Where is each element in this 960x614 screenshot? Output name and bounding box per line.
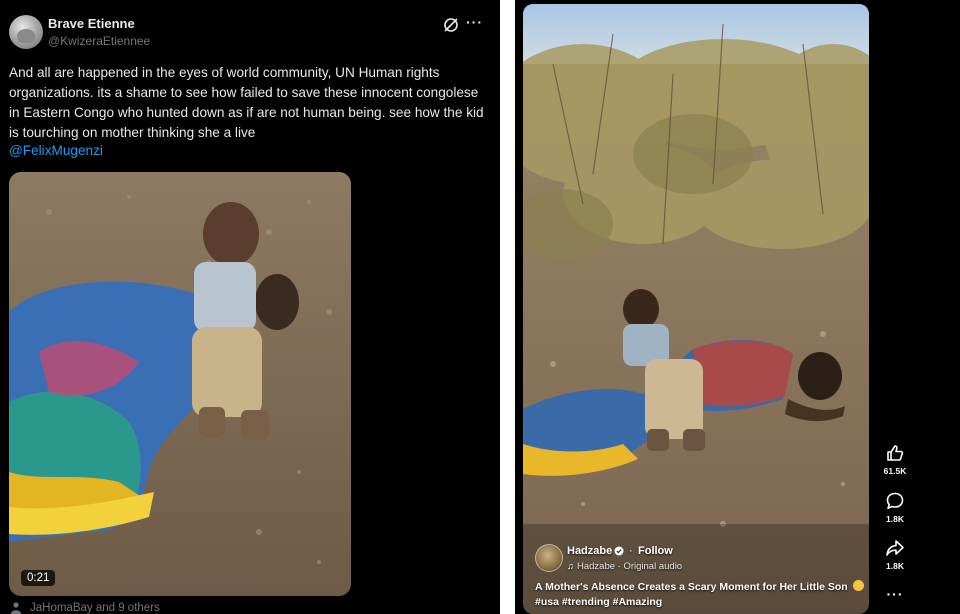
comment-icon: [886, 492, 904, 509]
profile-avatar[interactable]: [9, 15, 43, 49]
hashtag-amazing[interactable]: #Amazing: [613, 596, 663, 608]
verified-icon: [614, 546, 624, 556]
creator-avatar[interactable]: [535, 544, 563, 572]
follow-button[interactable]: Follow: [638, 545, 673, 557]
caption-text: A Mother's Absence Creates a Scary Momen…: [535, 581, 848, 593]
display-name[interactable]: Brave Etienne: [48, 16, 135, 31]
liked-by-text[interactable]: JaHomaBay and 9 others: [30, 602, 160, 614]
music-icon: ♫: [567, 561, 574, 571]
share-count: 1.8K: [886, 561, 904, 571]
like-count: 61.5K: [883, 466, 907, 476]
person-icon: [11, 602, 21, 614]
more-icon[interactable]: ···: [466, 14, 483, 30]
follow-separator: ·: [629, 545, 633, 557]
hashtag-usa[interactable]: #usa: [535, 596, 559, 608]
comment-button[interactable]: 1.8K: [875, 491, 915, 524]
creator-name[interactable]: Hadzabe: [567, 545, 612, 557]
share-icon: [886, 540, 904, 556]
like-button[interactable]: 61.5K: [875, 443, 915, 476]
video-player[interactable]: 0:21: [9, 172, 351, 596]
panel-divider: [500, 0, 515, 614]
video-time-badge: 0:21: [21, 570, 56, 586]
user-handle[interactable]: @KwizeraEtiennee: [48, 34, 150, 48]
post-text: And all are happened in the eyes of worl…: [9, 65, 484, 140]
reel-video-frame: [523, 4, 869, 614]
share-button[interactable]: 1.8K: [875, 538, 915, 571]
audio-label[interactable]: Hadzabe · Original audio: [577, 561, 682, 572]
reel-panel: Hadzabe · Follow ♫ Hadzabe · Original au…: [515, 0, 960, 614]
mention-link[interactable]: @FelixMugenzi: [9, 143, 103, 158]
more-options-icon[interactable]: ···: [875, 586, 915, 602]
grok-icon[interactable]: [442, 16, 460, 34]
reel-video[interactable]: Hadzabe · Follow ♫ Hadzabe · Original au…: [523, 4, 869, 614]
tweet-panel: Brave Etienne @KwizeraEtiennee ··· And a…: [0, 0, 500, 614]
comment-count: 1.8K: [886, 514, 904, 524]
video-frame: [9, 172, 351, 596]
reel-caption: A Mother's Absence Creates a Scary Momen…: [535, 580, 865, 610]
thumbs-up-icon: [887, 445, 904, 461]
hashtag-trending[interactable]: #trending: [562, 596, 610, 608]
face-emoji-icon: [852, 580, 864, 591]
